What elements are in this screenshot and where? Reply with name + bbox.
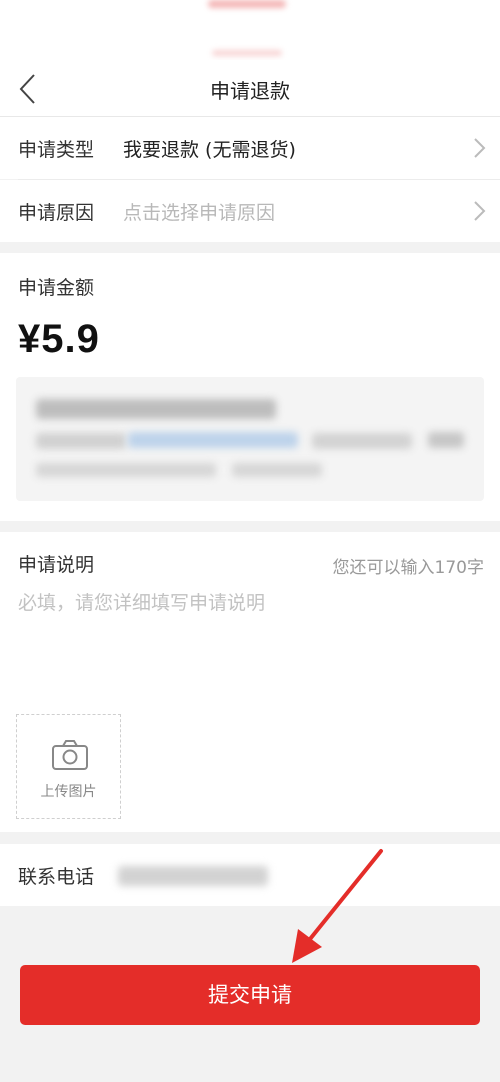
blurred-content [36,433,126,449]
blurred-content [232,463,322,477]
blurred-content [428,432,464,448]
upload-image-label: 上传图片 [40,784,97,800]
page-title: 申请退款 [210,79,290,103]
blurred-content [128,432,298,448]
description-card: 申请说明 您还可以输入170字 上传图片 [0,532,500,832]
blurred-content [36,463,216,477]
navbar: 申请退款 [0,60,500,117]
amount-card: 申请金额 ¥5.9 [0,253,500,521]
amount-label: 申请金额 [18,277,95,299]
chevron-right-icon [474,138,486,158]
status-blur [212,50,282,56]
order-info-box [16,377,484,501]
chevron-right-icon [474,201,486,221]
camera-icon [52,740,88,770]
description-input[interactable] [18,588,482,678]
contact-phone-label: 联系电话 [18,866,95,888]
apply-reason-row[interactable]: 申请原因 点击选择申请原因 [0,180,500,242]
description-label: 申请说明 [18,554,95,576]
blurred-content [36,399,276,419]
apply-type-label: 申请类型 [18,139,95,161]
status-area [0,0,500,60]
refund-amount: ¥5.9 [18,317,100,361]
upload-image-button[interactable]: 上传图片 [16,714,121,819]
apply-type-value: 我要退款 (无需退货) [123,139,296,161]
char-counter: 您还可以输入170字 [332,558,484,578]
submit-button[interactable]: 提交申请 [20,965,480,1025]
blurred-phone [118,866,268,886]
apply-reason-label: 申请原因 [18,202,95,224]
contact-phone-row[interactable]: 联系电话 [0,844,500,906]
apply-type-row[interactable]: 申请类型 我要退款 (无需退货) [0,117,500,179]
apply-reason-placeholder: 点击选择申请原因 [123,202,276,224]
status-blur [208,0,286,8]
blurred-content [312,433,412,449]
